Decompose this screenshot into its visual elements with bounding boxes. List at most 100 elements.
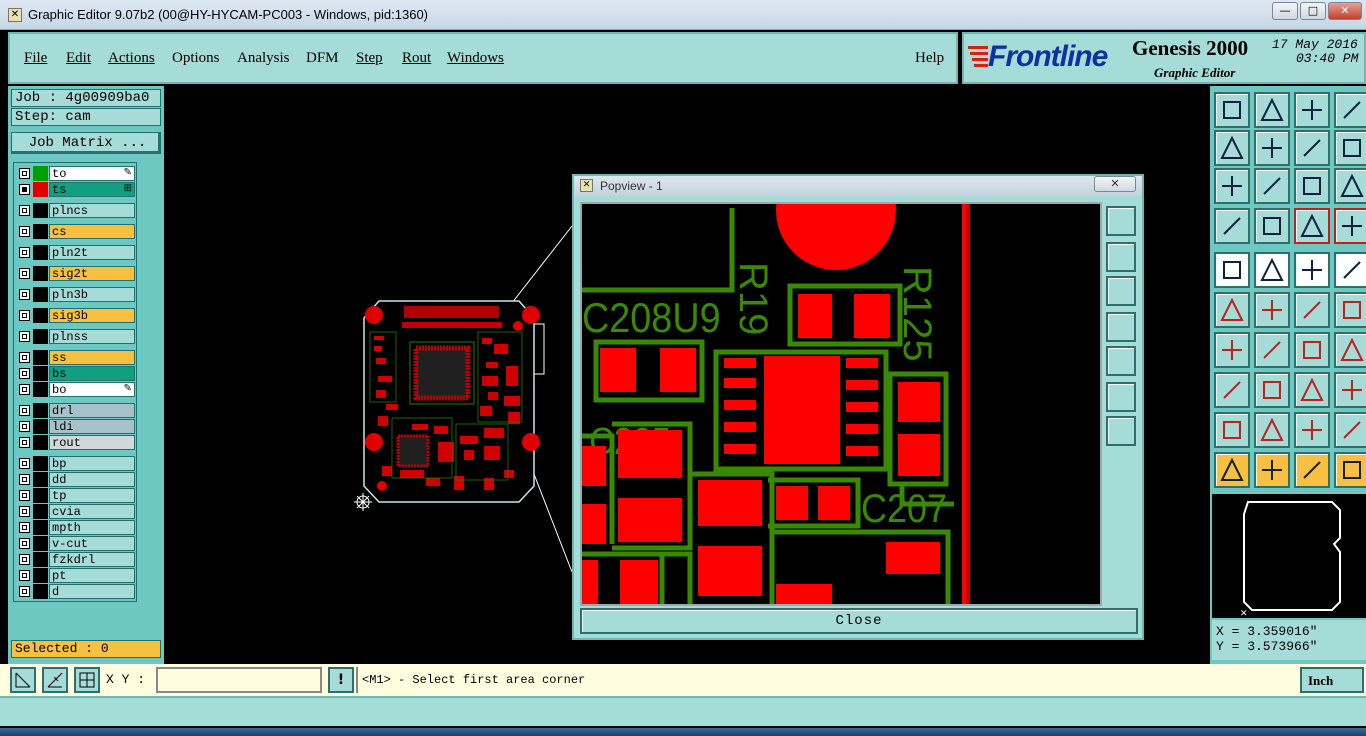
- fit-all-icon[interactable]: [1214, 168, 1250, 204]
- pad-icon[interactable]: [1334, 252, 1366, 288]
- snap-s-icon[interactable]: [1334, 130, 1366, 166]
- layer-name[interactable]: sig2t: [49, 266, 135, 281]
- menu-dfm[interactable]: DFM: [306, 50, 339, 67]
- layer-row-pln2t[interactable]: pln2t: [16, 245, 135, 260]
- popview-pan-left-icon[interactable]: [1106, 312, 1136, 342]
- layer-row-pt[interactable]: pt: [16, 568, 135, 583]
- pointer-shape-icon[interactable]: [1294, 452, 1330, 488]
- help-icon[interactable]: [1334, 168, 1366, 204]
- menu-rout[interactable]: Rout: [402, 50, 431, 67]
- layer-checkbox[interactable]: [19, 437, 30, 448]
- layer-row-bp[interactable]: bp: [16, 456, 135, 471]
- scale-1-2-icon[interactable]: [1294, 168, 1330, 204]
- menu-step[interactable]: Step: [356, 50, 383, 67]
- layer-row-tp[interactable]: tp: [16, 488, 135, 503]
- mirror-icon[interactable]: [1334, 332, 1366, 368]
- window-icon[interactable]: [1334, 92, 1366, 128]
- triangle-b-icon[interactable]: [1294, 412, 1330, 448]
- popview-zoom-view[interactable]: C208U9 R19 R125 C205 C207: [580, 202, 1102, 606]
- layer-row-ts[interactable]: ts ⊞: [16, 182, 135, 197]
- layer-checkbox[interactable]: [19, 168, 30, 179]
- layer-row-bs[interactable]: bs: [16, 366, 135, 381]
- layer-name[interactable]: tp: [49, 488, 135, 503]
- layer-checkbox[interactable]: [19, 205, 30, 216]
- grid-toggle-icon[interactable]: [1254, 208, 1290, 244]
- rotate-icon[interactable]: [1294, 332, 1330, 368]
- pointer-box-icon[interactable]: [1254, 452, 1290, 488]
- layer-name[interactable]: cs: [49, 224, 135, 239]
- layer-checkbox[interactable]: [19, 384, 30, 395]
- layer-checkbox[interactable]: [19, 474, 30, 485]
- layer-row-dd[interactable]: dd: [16, 472, 135, 487]
- layer-checkbox[interactable]: [19, 538, 30, 549]
- menu-analysis[interactable]: Analysis: [237, 50, 290, 67]
- layer-name[interactable]: plnss: [49, 329, 135, 344]
- swap-icon[interactable]: [1294, 130, 1330, 166]
- triangle-a-icon[interactable]: [1254, 412, 1290, 448]
- layer-checkbox[interactable]: [19, 289, 30, 300]
- layer-checkbox[interactable]: [19, 586, 30, 597]
- select-circle-icon[interactable]: [1214, 252, 1250, 288]
- layer-row-ss[interactable]: ss: [16, 350, 135, 365]
- minimize-button[interactable]: —: [1272, 2, 1298, 20]
- layer-row-d[interactable]: d: [16, 584, 135, 599]
- line-icon[interactable]: [1254, 332, 1290, 368]
- close-window-button[interactable]: ✕: [1328, 2, 1362, 20]
- popview-close-button[interactable]: Close: [580, 608, 1138, 634]
- menu-file[interactable]: File: [24, 50, 47, 67]
- layer-row-cvia[interactable]: cvia: [16, 504, 135, 519]
- layer-checkbox[interactable]: [19, 368, 30, 379]
- layer-checkbox[interactable]: [19, 310, 30, 321]
- layer-name[interactable]: rout: [49, 435, 135, 450]
- menu-help[interactable]: Help: [915, 50, 944, 67]
- layer-name[interactable]: cvia: [49, 504, 135, 519]
- cross-icon[interactable]: [1254, 292, 1290, 328]
- layer-row-to[interactable]: to ✎: [16, 166, 135, 181]
- add-pad-icon[interactable]: [1214, 372, 1250, 408]
- layer-name[interactable]: to ✎: [49, 166, 135, 181]
- layer-checkbox[interactable]: [19, 268, 30, 279]
- zoom-in-icon[interactable]: [1254, 92, 1290, 128]
- component-icon[interactable]: [1334, 372, 1366, 408]
- layer-row-drl[interactable]: drl: [16, 403, 135, 418]
- layer-checkbox[interactable]: [19, 226, 30, 237]
- triangle-c-icon[interactable]: [1334, 412, 1366, 448]
- line-add-icon[interactable]: [1254, 372, 1290, 408]
- popview-pan-right-icon[interactable]: [1106, 346, 1136, 376]
- popview-center-icon[interactable]: [1106, 416, 1136, 446]
- layer-name[interactable]: plncs: [49, 203, 135, 218]
- maximize-button[interactable]: □: [1300, 2, 1326, 20]
- popview-zoom-icon[interactable]: [1106, 206, 1136, 236]
- board-overview[interactable]: ✕: [1212, 494, 1366, 619]
- layer-name[interactable]: fzkdrl: [49, 552, 135, 567]
- triangle-select-icon[interactable]: [1214, 412, 1250, 448]
- popview-fit-icon[interactable]: [1106, 382, 1136, 412]
- layer-name[interactable]: mpth: [49, 520, 135, 535]
- layer-name[interactable]: dd: [49, 472, 135, 487]
- resize-icon[interactable]: [1294, 372, 1330, 408]
- layer-checkbox[interactable]: [19, 184, 30, 195]
- layer-name[interactable]: bo ✎: [49, 382, 135, 397]
- layer-checkbox[interactable]: [19, 352, 30, 363]
- xy-input[interactable]: [156, 667, 322, 693]
- layer-checkbox[interactable]: [19, 522, 30, 533]
- menu-options[interactable]: Options: [172, 50, 220, 67]
- layer-checkbox[interactable]: [19, 570, 30, 581]
- layer-checkbox[interactable]: [19, 421, 30, 432]
- layer-name[interactable]: d: [49, 584, 135, 599]
- layer-checkbox[interactable]: [19, 506, 30, 517]
- menu-actions[interactable]: Actions: [108, 50, 155, 67]
- job-matrix-button[interactable]: Job Matrix ...: [11, 132, 161, 154]
- layer-checkbox[interactable]: [19, 331, 30, 342]
- home-icon[interactable]: [1294, 92, 1330, 128]
- layer-name[interactable]: pln3b: [49, 287, 135, 302]
- measure-icon[interactable]: [42, 667, 68, 693]
- layer-row-ldi[interactable]: ldi: [16, 419, 135, 434]
- layer-name[interactable]: ldi: [49, 419, 135, 434]
- layer-checkbox[interactable]: [19, 405, 30, 416]
- layer-row-plncs[interactable]: plncs: [16, 203, 135, 218]
- layer-row-cs[interactable]: cs: [16, 224, 135, 239]
- layer-checkbox[interactable]: [19, 490, 30, 501]
- edit-node-icon[interactable]: [1294, 292, 1330, 328]
- zoom-home-icon[interactable]: [1214, 92, 1250, 128]
